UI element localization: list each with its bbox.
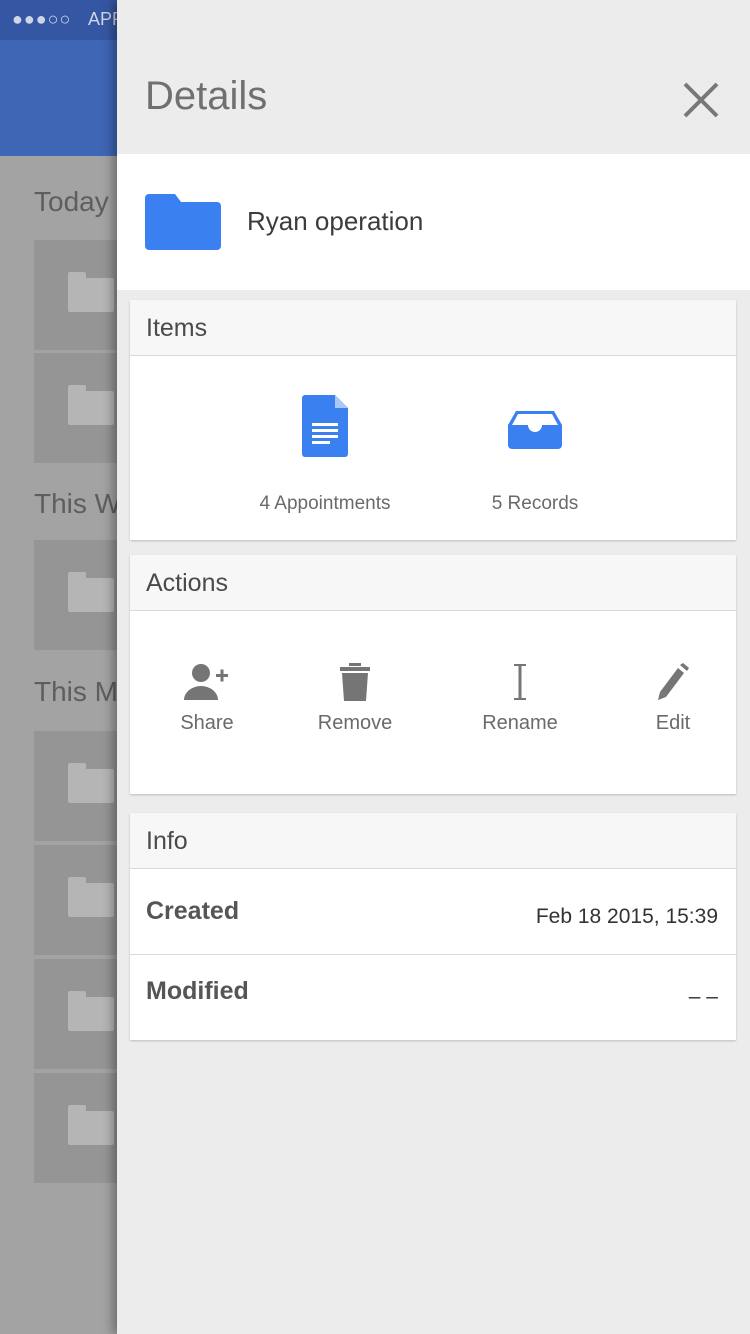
text-cursor-icon — [514, 664, 526, 700]
info-panel: Info Created Feb 18 2015, 15:39 Modified… — [130, 813, 736, 1040]
items-header: Items — [130, 300, 736, 356]
inbox-tray-icon — [508, 411, 562, 449]
close-button[interactable] — [679, 78, 723, 122]
modified-key: Modified — [146, 977, 249, 1005]
edit-label: Edit — [655, 712, 691, 734]
pencil-icon — [658, 663, 689, 700]
document-icon — [302, 395, 348, 457]
folder-icon — [68, 572, 114, 612]
folder-icon — [145, 194, 221, 250]
folder-name: Ryan operation — [247, 206, 424, 236]
section-today: Today — [34, 186, 109, 217]
folder-icon — [68, 272, 114, 312]
section-this-month: This M — [34, 676, 118, 707]
section-this-week: This W — [34, 488, 122, 519]
rename-label: Rename — [482, 712, 558, 734]
details-drawer: Details Ryan operation Items 4 Appointme — [117, 0, 750, 1334]
folder-icon — [68, 385, 114, 425]
info-row-created: Created Feb 18 2015, 15:39 — [130, 869, 736, 954]
edit-button[interactable]: Edit — [618, 658, 728, 735]
folder-icon — [68, 763, 114, 803]
share-label: Share — [180, 712, 234, 734]
actions-header: Actions — [130, 555, 736, 611]
appointments-label: 4 Appointments — [259, 493, 391, 514]
trash-icon — [340, 663, 370, 701]
records-item[interactable]: 5 Records — [460, 395, 610, 515]
rename-button[interactable]: Rename — [465, 658, 575, 735]
items-panel: Items 4 Appointments 5 Records — [130, 300, 736, 540]
records-label: 5 Records — [491, 493, 579, 514]
remove-button[interactable]: Remove — [300, 658, 410, 735]
actions-header-label: Actions — [146, 569, 228, 597]
add-person-icon — [184, 664, 228, 700]
info-header-label: Info — [146, 827, 188, 855]
modified-value: – – — [688, 985, 718, 1008]
info-row-modified: Modified – – — [130, 955, 736, 1040]
drawer-title: Details — [145, 74, 268, 118]
created-value: Feb 18 2015, 15:39 — [535, 905, 718, 928]
info-header: Info — [130, 813, 736, 869]
created-key: Created — [146, 897, 240, 925]
share-button[interactable]: Share — [152, 658, 262, 735]
appointments-item[interactable]: 4 Appointments — [240, 395, 410, 515]
items-header-label: Items — [146, 314, 208, 342]
folder-icon — [68, 877, 114, 917]
close-icon — [683, 82, 719, 118]
actions-panel: Actions Share Remove Rename Edit — [130, 555, 736, 794]
folder-icon — [68, 991, 114, 1031]
folder-icon — [68, 1105, 114, 1145]
folder-summary: Ryan operation — [117, 154, 750, 290]
remove-label: Remove — [317, 712, 393, 734]
signal-strength: ●●●○○ — [12, 9, 72, 29]
